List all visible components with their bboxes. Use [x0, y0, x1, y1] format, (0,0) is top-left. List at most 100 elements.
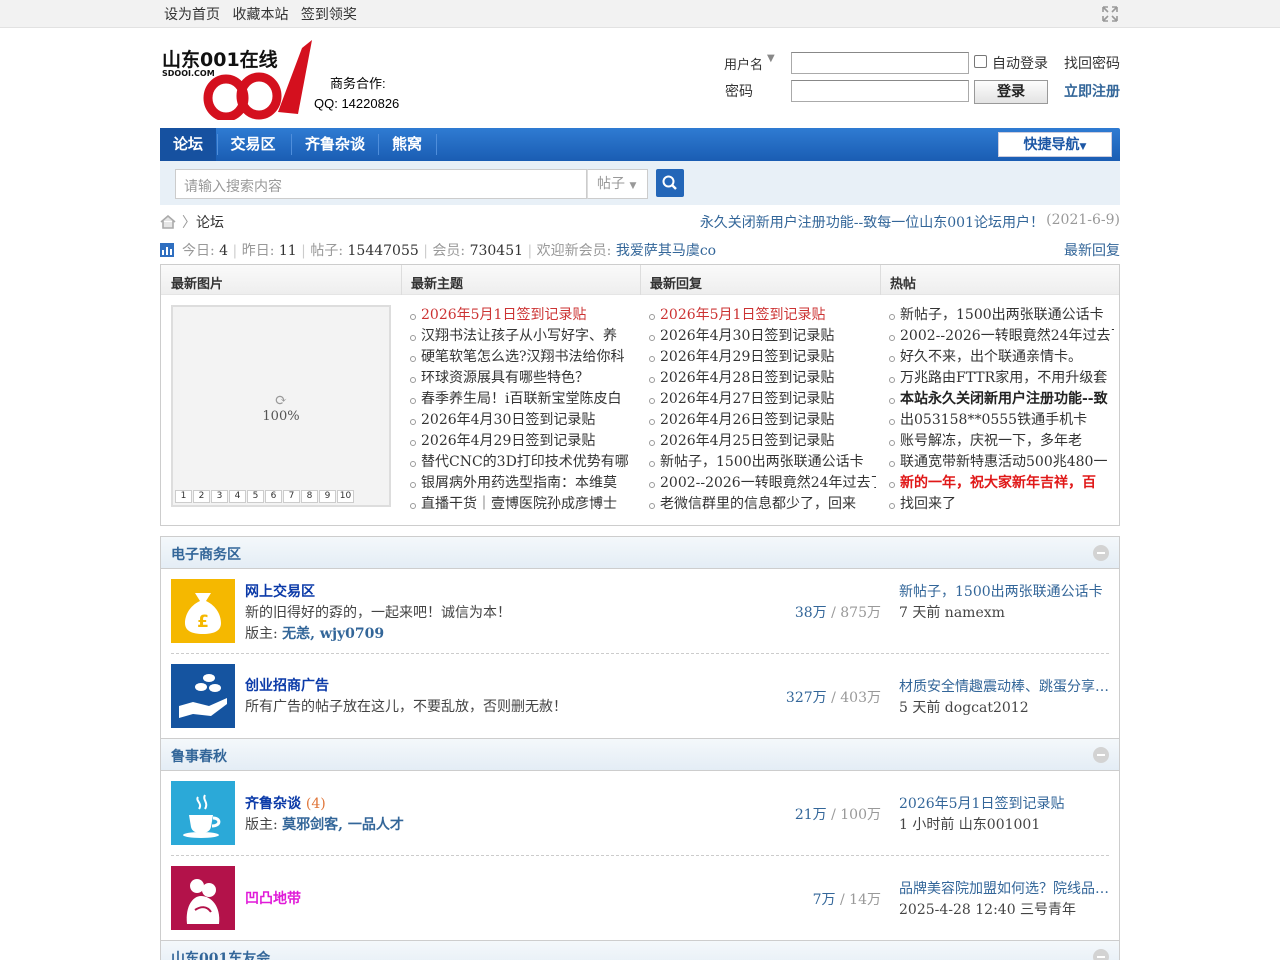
username-input[interactable] [791, 52, 969, 74]
last-post-link[interactable]: 品牌美容院加盟如何选？院线品… [899, 878, 1111, 898]
forum-name-link[interactable]: 网上交易区 [245, 581, 315, 601]
moderator-links[interactable]: 莫邪剑客, 一品人才 [282, 817, 404, 833]
list-item[interactable]: 银屑病外用药选型指南：本维莫 [409, 473, 631, 494]
list-item[interactable]: 2002--2026一转眼竟然24年过去了 [648, 473, 876, 494]
business-contact: 商务合作: QQ: 14220826 [314, 74, 399, 114]
nav-qilu[interactable]: 齐鲁杂谈 [292, 128, 378, 161]
money-bag-icon[interactable]: £ [171, 579, 235, 643]
forum-counts: 327万 / 403万 [786, 687, 881, 707]
list-item[interactable]: 2026年4月29日签到记录贴 [648, 347, 876, 368]
list-item[interactable]: 环球资源展具有哪些特色？ [409, 368, 631, 389]
home-icon[interactable] [160, 215, 176, 229]
site-logo[interactable]: 山东001在线 SDOOI.COM [160, 38, 320, 122]
list-item[interactable]: 新的一年，祝大家新年吉祥，百 [888, 473, 1114, 494]
collapse-icon[interactable] [1093, 949, 1109, 960]
list-item[interactable]: 2002--2026一转眼竟然24年过去了 [888, 326, 1114, 347]
list-item[interactable]: 春季养生局！i百联新宝堂陈皮白 [409, 389, 631, 410]
list-item[interactable]: 直播干货｜壹博医院孙成彦博士 [409, 494, 631, 515]
list-item[interactable]: 老微信群里的信息都少了，回来 [648, 494, 876, 515]
list-item[interactable]: 2026年4月25日签到记录贴 [648, 431, 876, 452]
breadcrumb-current[interactable]: 论坛 [196, 212, 224, 232]
yesterday-count: 11 [278, 243, 297, 259]
quick-nav-button[interactable]: 快捷导航▼ [998, 132, 1112, 157]
slider-page[interactable]: 5 [247, 490, 264, 503]
breadcrumb: 〉 论坛 永久关闭新用户注册功能--致每一位山东001论坛用户！ (2021-6… [160, 212, 1120, 234]
auto-login-checkbox[interactable] [974, 55, 987, 68]
divider [880, 265, 881, 295]
moderator-links[interactable]: 无恙, wjy0709 [282, 626, 384, 642]
tab-hot-threads[interactable]: 热帖 [890, 273, 916, 292]
chevron-down-icon[interactable]: ▼ [767, 53, 775, 64]
list-item[interactable]: 替代CNC的3D打印技术优势有哪 [409, 452, 631, 473]
forum-moderators: 版主: 莫邪剑客, 一品人才 [245, 814, 404, 834]
search-button[interactable] [656, 169, 684, 197]
category-title[interactable]: 山东001车友会 [171, 948, 270, 960]
list-item[interactable]: 找回来了 [888, 494, 1114, 515]
list-item[interactable]: 2026年5月1日签到记录贴 [648, 305, 876, 326]
fullscreen-icon[interactable] [1102, 6, 1118, 22]
image-slider[interactable]: ⟳ 100% 1 2 3 4 5 6 7 8 9 10 [171, 305, 391, 507]
slider-page[interactable]: 2 [193, 490, 210, 503]
list-item[interactable]: 本站永久关闭新用户注册功能--致 [888, 389, 1114, 410]
list-item[interactable]: 硬笔软笔怎么选?汉翔书法给你科 [409, 347, 631, 368]
category-title[interactable]: 电子商务区 [171, 544, 241, 564]
slider-page[interactable]: 3 [211, 490, 228, 503]
set-homepage-link[interactable]: 设为首页 [164, 7, 220, 23]
list-item[interactable]: 万兆路由FTTR家用，不用升级套 [888, 368, 1114, 389]
nav-bear[interactable]: 熊窝 [379, 128, 435, 161]
forum-name-link[interactable]: 创业招商广告 [245, 675, 329, 695]
nav-trade[interactable]: 交易区 [218, 128, 288, 161]
last-post-link[interactable]: 2026年5月1日签到记录贴 [899, 793, 1111, 813]
list-item[interactable]: 好久不来，出个联通亲情卡。 [888, 347, 1114, 368]
category-title[interactable]: 鲁事春秋 [171, 746, 227, 766]
slider-page[interactable]: 6 [265, 490, 282, 503]
slider-page[interactable]: 4 [229, 490, 246, 503]
category-body-ecommerce: £ 网上交易区 新的旧得好的孬的，一起来吧！诚信为本！ 版主: 无恙, wjy0… [160, 569, 1120, 739]
find-password-link[interactable]: 找回密码 [1064, 53, 1120, 73]
list-item[interactable]: 联通宽带新特惠活动500兆480一 [888, 452, 1114, 473]
hot-threads-list: 新帖子，1500出两张联通公话卡 2002--2026一转眼竟然24年过去了 好… [888, 305, 1114, 515]
search-type-select[interactable]: 帖子 ▼ [587, 169, 648, 199]
coffee-cup-icon[interactable] [171, 781, 235, 845]
collapse-icon[interactable] [1093, 747, 1109, 763]
list-item[interactable]: 2026年4月27日签到记录贴 [648, 389, 876, 410]
forum-name-link[interactable]: 齐鲁杂谈 (4) [245, 793, 326, 813]
slider-page[interactable]: 1 [175, 490, 192, 503]
search-input[interactable]: 请输入搜索内容 [175, 169, 587, 199]
latest-replies-link[interactable]: 最新回复 [1064, 240, 1120, 260]
bookmark-link[interactable]: 收藏本站 [232, 7, 288, 23]
tab-latest-replies[interactable]: 最新回复 [650, 273, 702, 292]
register-link[interactable]: 立即注册 [1064, 81, 1120, 101]
list-item[interactable]: 2026年5月1日签到记录贴 [409, 305, 631, 326]
slider-page[interactable]: 9 [319, 490, 336, 503]
last-post-link[interactable]: 新帖子，1500出两张联通公话卡 [899, 581, 1111, 601]
list-item[interactable]: 出053158**0555铁通手机卡 [888, 410, 1114, 431]
couple-icon[interactable] [171, 866, 235, 930]
slider-page[interactable]: 7 [283, 490, 300, 503]
slider-page[interactable]: 8 [301, 490, 318, 503]
forum-name-link[interactable]: 凹凸地带 [245, 888, 301, 908]
list-item[interactable]: 新帖子，1500出两张联通公话卡 [648, 452, 876, 473]
nav-forum[interactable]: 论坛 [160, 128, 216, 161]
collapse-icon[interactable] [1093, 545, 1109, 561]
coins-hand-icon[interactable] [171, 664, 235, 728]
password-input[interactable] [791, 80, 969, 102]
list-item[interactable]: 账号解冻，庆祝一下，多年老 [888, 431, 1114, 452]
post-count: / 14万 [840, 892, 881, 908]
login-button[interactable]: 登录 [974, 80, 1048, 104]
checkin-link[interactable]: 签到领奖 [301, 7, 357, 23]
tab-latest-images[interactable]: 最新图片 [171, 273, 223, 292]
forum-name[interactable]: 齐鲁杂谈 [245, 796, 301, 812]
list-item[interactable]: 汉翔书法让孩子从小写好字、养 [409, 326, 631, 347]
last-post-link[interactable]: 材质安全情趣震动棒、跳蛋分享… [899, 676, 1111, 696]
list-item[interactable]: 2026年4月30日签到记录贴 [409, 410, 631, 431]
newest-member-link[interactable]: 我爱萨其马虞co [616, 243, 716, 259]
list-item[interactable]: 2026年4月30日签到记录贴 [648, 326, 876, 347]
tab-latest-threads[interactable]: 最新主题 [411, 273, 463, 292]
list-item[interactable]: 新帖子，1500出两张联通公话卡 [888, 305, 1114, 326]
list-item[interactable]: 2026年4月26日签到记录贴 [648, 410, 876, 431]
list-item[interactable]: 2026年4月29日签到记录贴 [409, 431, 631, 452]
announcement-link[interactable]: 永久关闭新用户注册功能--致每一位山东001论坛用户！ [700, 212, 1044, 232]
list-item[interactable]: 2026年4月28日签到记录贴 [648, 368, 876, 389]
slider-page[interactable]: 10 [337, 490, 354, 503]
